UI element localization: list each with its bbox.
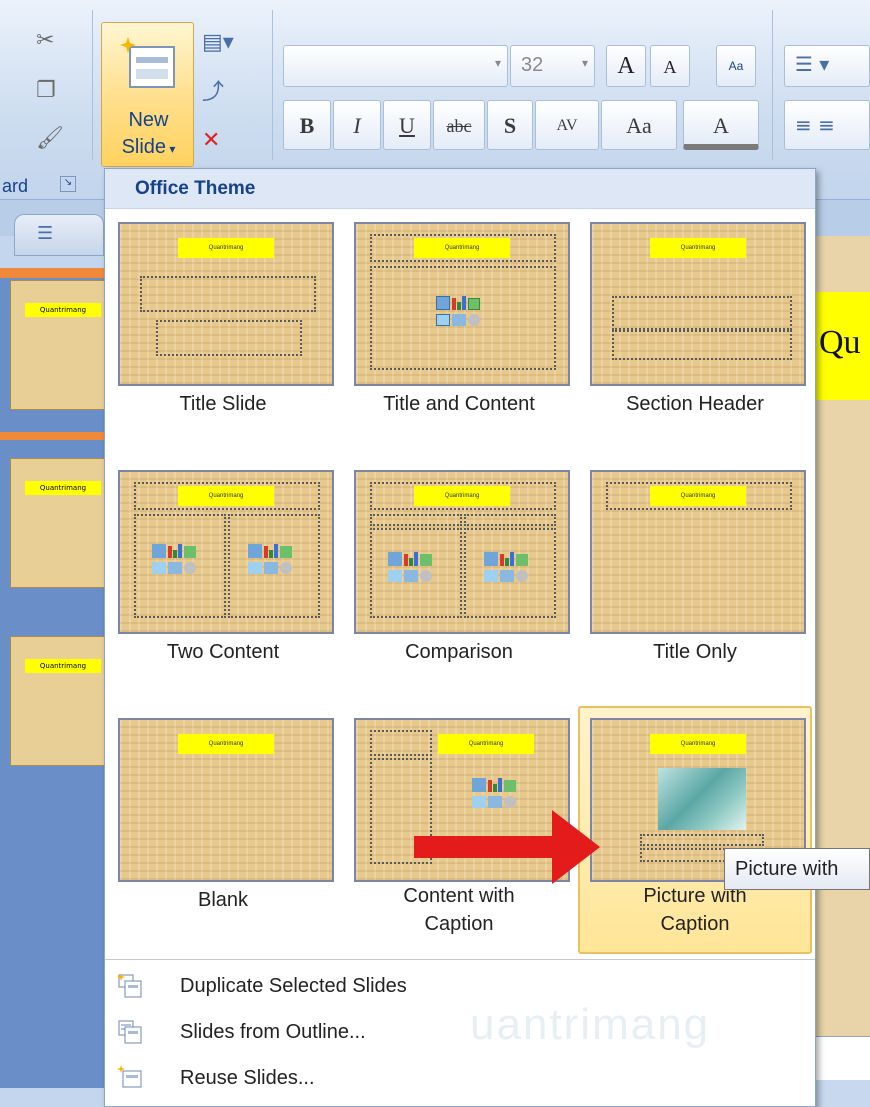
- reset-icon[interactable]: ⤴: [202, 82, 224, 104]
- slide-thumbnail[interactable]: Quantrimang: [10, 636, 105, 766]
- new-slide-icon: [120, 35, 176, 93]
- dialog-launcher-icon[interactable]: ↘: [60, 176, 76, 192]
- preview-title: Quantrimang: [178, 238, 274, 258]
- selection-highlight: [0, 268, 105, 278]
- menu-item-label: Reuse Slides...: [180, 1067, 315, 1089]
- align-left-button[interactable]: ≡ ≡: [784, 100, 870, 150]
- thumb-title: Quantrimang: [25, 659, 101, 673]
- thumb-title: Quantrimang: [25, 481, 101, 495]
- slides-from-outline-icon: [117, 1019, 143, 1045]
- red-arrow-icon: [414, 810, 600, 888]
- layout-name: Title Slide: [179, 393, 267, 415]
- bold-button[interactable]: B: [283, 100, 331, 150]
- slide-title-placeholder[interactable]: Qu: [815, 292, 870, 400]
- clipboard-group-label: ard: [2, 176, 29, 196]
- layout-two-content[interactable]: Quantrimang Two Content: [106, 458, 340, 706]
- menu-item-label: Slides from Outline...: [180, 1021, 366, 1043]
- layout-name-line2: Caption: [424, 913, 494, 935]
- layout-icon[interactable]: ▤▾: [202, 32, 234, 54]
- dropdown-arrow-icon: ▾: [166, 142, 176, 156]
- layout-title-and-content[interactable]: Quantrimang Title and Content: [342, 210, 576, 458]
- content-icons: [436, 296, 480, 328]
- layout-name: Comparison: [405, 641, 513, 663]
- thumb-title: Quantrimang: [25, 303, 101, 317]
- italic-button[interactable]: I: [333, 100, 381, 150]
- content-icons: [152, 544, 196, 576]
- status-bar: [815, 1080, 870, 1107]
- shadow-button[interactable]: S: [487, 100, 533, 150]
- layout-name: Two Content: [166, 641, 280, 663]
- chevron-down-icon: ▾: [494, 56, 501, 70]
- content-icons: [388, 552, 432, 584]
- slide-thumbnail[interactable]: Quantrimang: [10, 280, 105, 410]
- shrink-font-button[interactable]: A: [650, 45, 690, 87]
- bullets-button[interactable]: ☰ ▾: [784, 45, 870, 87]
- gallery-header: Office Theme: [105, 169, 815, 209]
- layout-preview: Quantrimang: [354, 470, 570, 634]
- preview-title: Quantrimang: [178, 734, 274, 754]
- tooltip: Picture with: [724, 848, 870, 890]
- cut-icon[interactable]: ✂: [36, 30, 54, 52]
- layout-name-line2: Caption: [660, 913, 730, 935]
- layout-name: Section Header: [626, 393, 764, 415]
- layout-preview: Quantrimang: [590, 470, 806, 634]
- delete-slide-icon[interactable]: ✕: [202, 130, 220, 152]
- notes-pane[interactable]: [815, 1036, 870, 1080]
- preview-title: Quantrimang: [438, 734, 534, 754]
- character-spacing-button[interactable]: AV: [535, 100, 599, 150]
- layout-picture-with-caption[interactable]: Quantrimang Picture with Caption: [578, 706, 812, 954]
- gallery-header-label: Office Theme: [135, 178, 256, 199]
- outline-tab[interactable]: ☰: [14, 214, 104, 256]
- watermark: uantrimang: [470, 1000, 711, 1049]
- layout-title-slide[interactable]: Quantrimang Title Slide: [106, 210, 340, 458]
- slide-thumbnail[interactable]: Quantrimang: [10, 458, 105, 588]
- font-name-combobox[interactable]: ▾: [283, 45, 508, 87]
- content-icons: [484, 552, 528, 584]
- copy-icon[interactable]: ❐: [36, 80, 56, 102]
- layout-preview: Quantrimang: [118, 718, 334, 882]
- reuse-slides-item[interactable]: Reuse Slides...: [105, 1055, 815, 1101]
- strikethrough-button[interactable]: abc: [433, 100, 485, 150]
- preview-title: Quantrimang: [414, 238, 510, 258]
- layout-title-only[interactable]: Quantrimang Title Only: [578, 458, 812, 706]
- new-slide-label-line1: New: [128, 109, 169, 131]
- duplicate-slides-icon: [117, 973, 143, 999]
- chevron-down-icon: ▾: [581, 56, 588, 70]
- layout-name: Blank: [197, 889, 249, 911]
- layout-preview: Quantrimang: [590, 222, 806, 386]
- underline-button[interactable]: U: [383, 100, 431, 150]
- layout-name: Title and Content: [383, 393, 535, 415]
- layout-comparison[interactable]: Quantrimang Comparison: [342, 458, 576, 706]
- new-slide-button[interactable]: New Slide ▾: [101, 22, 194, 167]
- preview-title: Quantrimang: [650, 486, 746, 506]
- grow-font-button[interactable]: A: [606, 45, 646, 87]
- layout-preview: Quantrimang: [118, 470, 334, 634]
- menu-item-label: Duplicate Selected Slides: [180, 975, 407, 997]
- layout-section-header[interactable]: Quantrimang Section Header: [578, 210, 812, 458]
- preview-title: Quantrimang: [414, 486, 510, 506]
- preview-title: Quantrimang: [650, 734, 746, 754]
- new-slide-label-line2: Slide: [121, 136, 167, 158]
- change-case-button[interactable]: Aa: [601, 100, 677, 150]
- picture-thumbnail: [658, 768, 746, 830]
- layout-preview: Quantrimang: [118, 222, 334, 386]
- format-painter-icon[interactable]: 🖌: [36, 128, 64, 150]
- content-icons: [472, 778, 516, 810]
- layout-blank[interactable]: Quantrimang Blank: [106, 706, 340, 954]
- content-icons: [248, 544, 292, 576]
- font-size-combobox[interactable]: 32 ▾: [510, 45, 595, 87]
- new-slide-gallery: Office Theme Quantrimang Title Slide Qua…: [104, 168, 816, 1107]
- gallery-separator: [105, 959, 815, 960]
- clear-formatting-button[interactable]: Aa: [716, 45, 756, 87]
- layout-name: Title Only: [653, 641, 737, 663]
- preview-title: Quantrimang: [650, 238, 746, 258]
- preview-title: Quantrimang: [178, 486, 274, 506]
- layout-preview: Quantrimang: [354, 222, 570, 386]
- reuse-slides-icon: [117, 1065, 143, 1091]
- font-color-button[interactable]: A: [683, 100, 759, 150]
- font-size-value: 32: [521, 54, 544, 76]
- selection-highlight: [0, 432, 105, 440]
